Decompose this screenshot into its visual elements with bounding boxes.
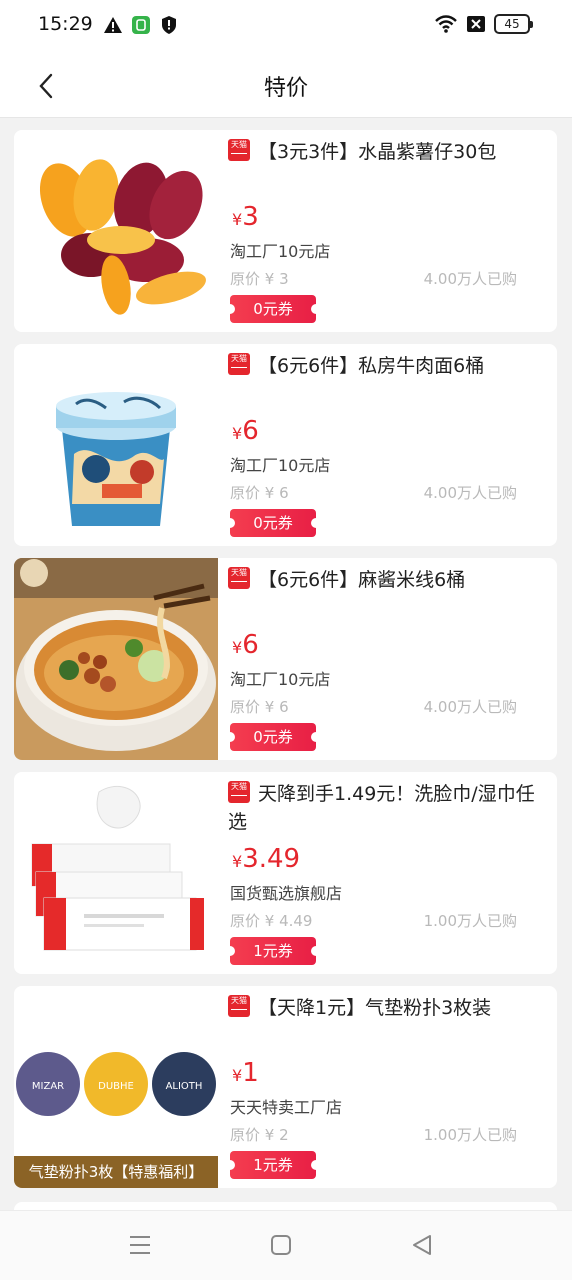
product-card[interactable]: 天猫 【6元6件】麻酱米线6桶 ¥6 淘工厂10元店 原价 ¥ 6 4.00万人已… [14,558,557,760]
menu-button[interactable] [126,1231,154,1259]
wechat-icon [132,16,150,34]
product-info: 天猫 天降到手1.49元！洗脸巾/湿巾任选 ¥3.49 国货甄选旗舰店 原价 ¥ … [225,772,545,974]
shop-name: 国货甄选旗舰店 [230,884,343,903]
tmall-badge-icon: 天猫 [228,995,250,1017]
price-value: 3.49 [242,844,301,874]
coupon-button[interactable]: 1元券 [225,1151,321,1179]
product-card[interactable]: 天猫 【6元6件】私房牛肉面6桶 ¥6 淘工厂10元店 原价 ¥ 6 4.00万人… [14,344,557,546]
shop-name: 淘工厂10元店 [230,456,331,475]
tmall-badge-icon: 天猫 [228,567,250,589]
original-price: 原价 ¥ 2 [230,1126,289,1144]
puff-label: MIZAR [32,1081,64,1092]
original-price: 原价 ¥ 4.49 [230,912,313,930]
product-info: 天猫 【6元6件】私房牛肉面6桶 ¥6 淘工厂10元店 原价 ¥ 6 4.00万人… [225,344,545,546]
product-price: ¥3.49 [232,844,300,874]
wifi-icon [435,15,457,33]
product-card[interactable]: 天猫 天降到手1.49元！洗脸巾/湿巾任选 ¥3.49 国货甄选旗舰店 原价 ¥ … [14,772,557,974]
coupon-button[interactable]: 0元券 [225,723,321,751]
nav-bar: 特价 [0,52,572,118]
status-time: 15:29 [38,13,93,35]
tmall-badge-icon: 天猫 [228,781,250,803]
original-price: 原价 ¥ 6 [230,698,289,716]
product-title: 【3元3件】水晶紫薯仔30包 [258,141,497,163]
original-price: 原价 ¥ 6 [230,484,289,502]
product-title: 【6元6件】麻酱米线6桶 [258,569,466,591]
price-currency: ¥ [232,852,243,871]
product-title-row: 天猫 【天降1元】气垫粉扑3枚装 [228,994,545,1022]
shop-name: 淘工厂10元店 [230,670,331,689]
product-price: ¥3 [232,202,259,232]
coupon-button[interactable]: 0元券 [225,509,321,537]
tmall-badge-icon: 天猫 [228,139,250,161]
price-value: 1 [242,1058,259,1088]
price-currency: ¥ [232,638,243,657]
product-title: 【天降1元】气垫粉扑3枚装 [258,997,492,1019]
product-title-row: 天猫 【6元6件】麻酱米线6桶 [228,566,545,594]
sold-count: 1.00万人已购 [423,912,517,930]
tmall-badge-icon: 天猫 [228,353,250,375]
price-value: 6 [242,416,259,446]
product-price: ¥6 [232,630,259,660]
price-currency: ¥ [232,1066,243,1085]
warning-icon [104,17,122,33]
product-price: ¥6 [232,416,259,446]
product-info: 天猫 【天降1元】气垫粉扑3枚装 ¥1 天天特卖工厂店 原价 ¥ 2 1.00万人… [225,986,545,1188]
shield-icon [162,16,176,34]
price-currency: ¥ [232,210,243,229]
product-title-row: 天猫 【3元3件】水晶紫薯仔30包 [228,138,545,166]
product-info: 天猫 【3元3件】水晶紫薯仔30包 ¥3 淘工厂10元店 原价 ¥ 3 4.00万… [225,130,545,332]
product-card[interactable]: 天猫 【3元3件】水晶紫薯仔30包 ¥3 淘工厂10元店 原价 ¥ 3 4.00万… [14,130,557,332]
status-right-group: 45 [434,14,533,34]
shop-name: 天天特卖工厂店 [230,1098,343,1117]
product-image [14,772,218,974]
home-button[interactable] [267,1231,295,1259]
original-price: 原价 ¥ 3 [230,270,289,288]
thumb-banner: 气垫粉扑3枚【特惠福利】 [28,1163,204,1181]
price-value: 6 [242,630,259,660]
product-image [14,558,218,760]
shop-name: 淘工厂10元店 [230,242,331,261]
product-image [14,344,218,546]
sim-off-icon [467,16,485,32]
coupon-button[interactable]: 1元券 [225,937,321,965]
puff-label: ALIOTH [166,1081,203,1092]
system-nav-bar [0,1210,572,1280]
price-value: 3 [242,202,259,232]
back-triangle-icon [413,1235,431,1255]
product-image: MIZAR DUBHE ALIOTH 气垫粉扑3枚【特惠福利】 [14,986,218,1188]
product-card[interactable]: MIZAR DUBHE ALIOTH 气垫粉扑3枚【特惠福利】 天猫 【天降1元】… [14,986,557,1188]
product-title: 【6元6件】私房牛肉面6桶 [258,355,485,377]
product-title: 天降到手1.49元！洗脸巾/湿巾任选 [228,783,535,833]
sold-count: 4.00万人已购 [423,484,517,502]
product-price: ¥1 [232,1058,259,1088]
menu-icon [130,1236,150,1254]
back-nav-button[interactable] [408,1231,436,1259]
product-title-row: 天猫 【6元6件】私房牛肉面6桶 [228,352,545,380]
product-title-row: 天猫 天降到手1.49元！洗脸巾/湿巾任选 [228,780,545,836]
home-icon [271,1235,291,1255]
product-image [14,130,218,332]
coupon-button[interactable]: 0元券 [225,295,321,323]
product-info: 天猫 【6元6件】麻酱米线6桶 ¥6 淘工厂10元店 原价 ¥ 6 4.00万人已… [225,558,545,760]
status-bar: 15:29 45 [0,0,572,52]
sold-count: 4.00万人已购 [423,698,517,716]
page-title: 特价 [263,76,308,101]
puff-label: DUBHE [98,1081,134,1092]
sold-count: 4.00万人已购 [423,270,517,288]
sold-count: 1.00万人已购 [423,1126,517,1144]
battery-icon: 45 [494,14,533,34]
price-currency: ¥ [232,424,243,443]
